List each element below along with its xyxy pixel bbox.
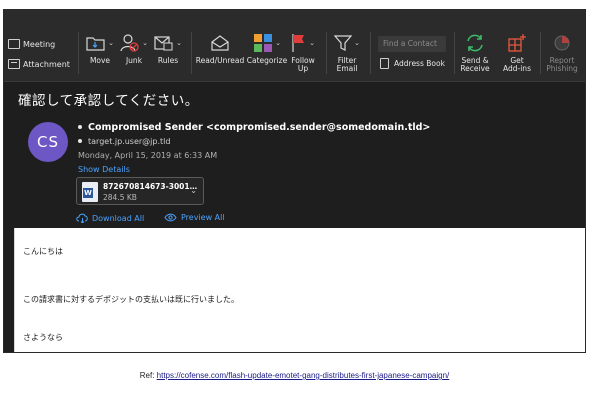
move-button[interactable]: ⌄ Move	[84, 32, 116, 78]
show-details-link[interactable]: Show Details	[78, 165, 130, 174]
follow-up-button[interactable]: ⌄ Follow Up	[288, 32, 318, 78]
get-addins-button[interactable]: Get Add-ins	[500, 32, 534, 78]
meeting-button[interactable]: Meeting	[8, 34, 74, 54]
recipient-address: target.jp.user@jp.tld	[88, 137, 171, 146]
sender-line[interactable]: Compromised Sender <compromised.sender@s…	[78, 122, 430, 133]
chevron-down-icon: ⌄	[142, 39, 148, 47]
attachment-card[interactable]: 872670814673-3001… 284.5 KB ⌄	[76, 177, 204, 205]
word-document-icon	[82, 182, 98, 202]
address-book-label: Address Book	[394, 59, 445, 68]
chevron-down-icon[interactable]: ⌄	[190, 186, 197, 195]
message-body: こんにちは この請求書に対するデポジットの支払いは既に行いました。 さようなら	[14, 228, 585, 352]
attachment-button[interactable]: Attachment	[8, 54, 74, 74]
preview-all-link[interactable]: Preview All	[164, 213, 225, 222]
attachment-icon	[8, 59, 20, 69]
chevron-down-icon: ⌄	[176, 39, 182, 47]
junk-button[interactable]: ⌄ Junk	[118, 32, 150, 78]
outlook-window: Meeting Attachment ⌄ Move ⌄ Junk ⌄ Rules…	[3, 9, 586, 353]
toolbar-divider	[78, 32, 79, 74]
calendar-icon	[8, 39, 20, 49]
send-receive-label-2: Receive	[460, 64, 490, 73]
new-items-group: Meeting Attachment	[8, 34, 74, 74]
sender-address: Compromised Sender <compromised.sender@s…	[88, 122, 431, 133]
move-folder-icon: ⌄	[86, 32, 114, 54]
download-all-link[interactable]: Download All	[76, 213, 144, 223]
body-greeting: こんにちは	[23, 247, 63, 256]
attachment-label: Attachment	[23, 59, 70, 69]
chevron-down-icon: ⌄	[108, 39, 114, 47]
read-unread-label: Read/Unread	[195, 56, 245, 65]
rules-label: Rules	[157, 56, 179, 65]
filter-email-button[interactable]: ⌄ Filter Email	[330, 32, 364, 78]
report-phishing-button[interactable]: Report Phishing	[544, 32, 580, 78]
eye-icon	[164, 213, 177, 222]
chevron-down-icon: ⌄	[354, 39, 360, 47]
junk-label: Junk	[125, 56, 143, 65]
envelope-open-icon	[210, 32, 230, 54]
sender-avatar: CS	[28, 122, 68, 162]
message-date: Monday, April 15, 2019 at 6:33 AM	[78, 151, 218, 160]
sync-icon	[465, 32, 485, 54]
toolbar-divider	[540, 32, 541, 74]
find-contact-input[interactable]: Find a Contact	[378, 36, 446, 52]
addins-icon	[507, 32, 527, 54]
recipient-line[interactable]: target.jp.user@jp.tld	[78, 137, 170, 146]
report-label-2: Phishing	[546, 64, 578, 73]
categorize-button[interactable]: ⌄ Categorize	[244, 32, 290, 78]
toolbar-divider	[191, 32, 192, 74]
address-book-icon	[380, 58, 389, 69]
body-signoff: さようなら	[23, 333, 63, 342]
rules-icon: ⌄	[154, 32, 182, 54]
attachment-filesize: 284.5 KB	[103, 193, 137, 202]
categorize-icon: ⌄	[253, 32, 281, 54]
toolbar-divider	[326, 32, 327, 74]
cloud-download-icon	[76, 213, 88, 223]
read-unread-button[interactable]: Read/Unread	[196, 32, 244, 78]
reference-link[interactable]: https://cofense.com/flash-update-emotet-…	[157, 371, 450, 380]
reference-caption: Ref: https://cofense.com/flash-update-em…	[0, 371, 589, 380]
report-phishing-icon	[552, 32, 572, 54]
reference-prefix: Ref:	[139, 371, 157, 380]
rules-button[interactable]: ⌄ Rules	[151, 32, 185, 78]
categorize-label: Categorize	[246, 56, 288, 65]
bullet-icon	[78, 124, 82, 129]
ribbon-toolbar: Meeting Attachment ⌄ Move ⌄ Junk ⌄ Rules…	[4, 10, 585, 82]
chevron-down-icon: ⌄	[309, 39, 315, 47]
junk-icon: ⌄	[120, 32, 148, 54]
chevron-down-icon: ⌄	[275, 39, 281, 47]
preview-all-label: Preview All	[181, 213, 225, 222]
toolbar-divider	[454, 32, 455, 74]
message-subject: 確認して承認してください。	[18, 93, 199, 109]
download-all-label: Download All	[92, 213, 145, 223]
meeting-label: Meeting	[23, 39, 56, 49]
toolbar-divider	[370, 32, 371, 74]
send-receive-button[interactable]: Send & Receive	[458, 32, 492, 78]
filter-label-2: Email	[336, 64, 358, 73]
address-book-button[interactable]: Address Book	[380, 58, 445, 69]
filter-icon: ⌄	[334, 32, 360, 54]
attachment-filename: 872670814673-3001…	[103, 182, 198, 191]
bullet-icon	[78, 138, 82, 143]
follow-up-label-2: Up	[297, 64, 309, 73]
flag-icon: ⌄	[291, 32, 315, 54]
move-label: Move	[89, 56, 111, 65]
get-addins-label-2: Add-ins	[503, 64, 531, 73]
body-text: この請求書に対するデポジットの支払いは既に行いました。	[23, 295, 239, 304]
